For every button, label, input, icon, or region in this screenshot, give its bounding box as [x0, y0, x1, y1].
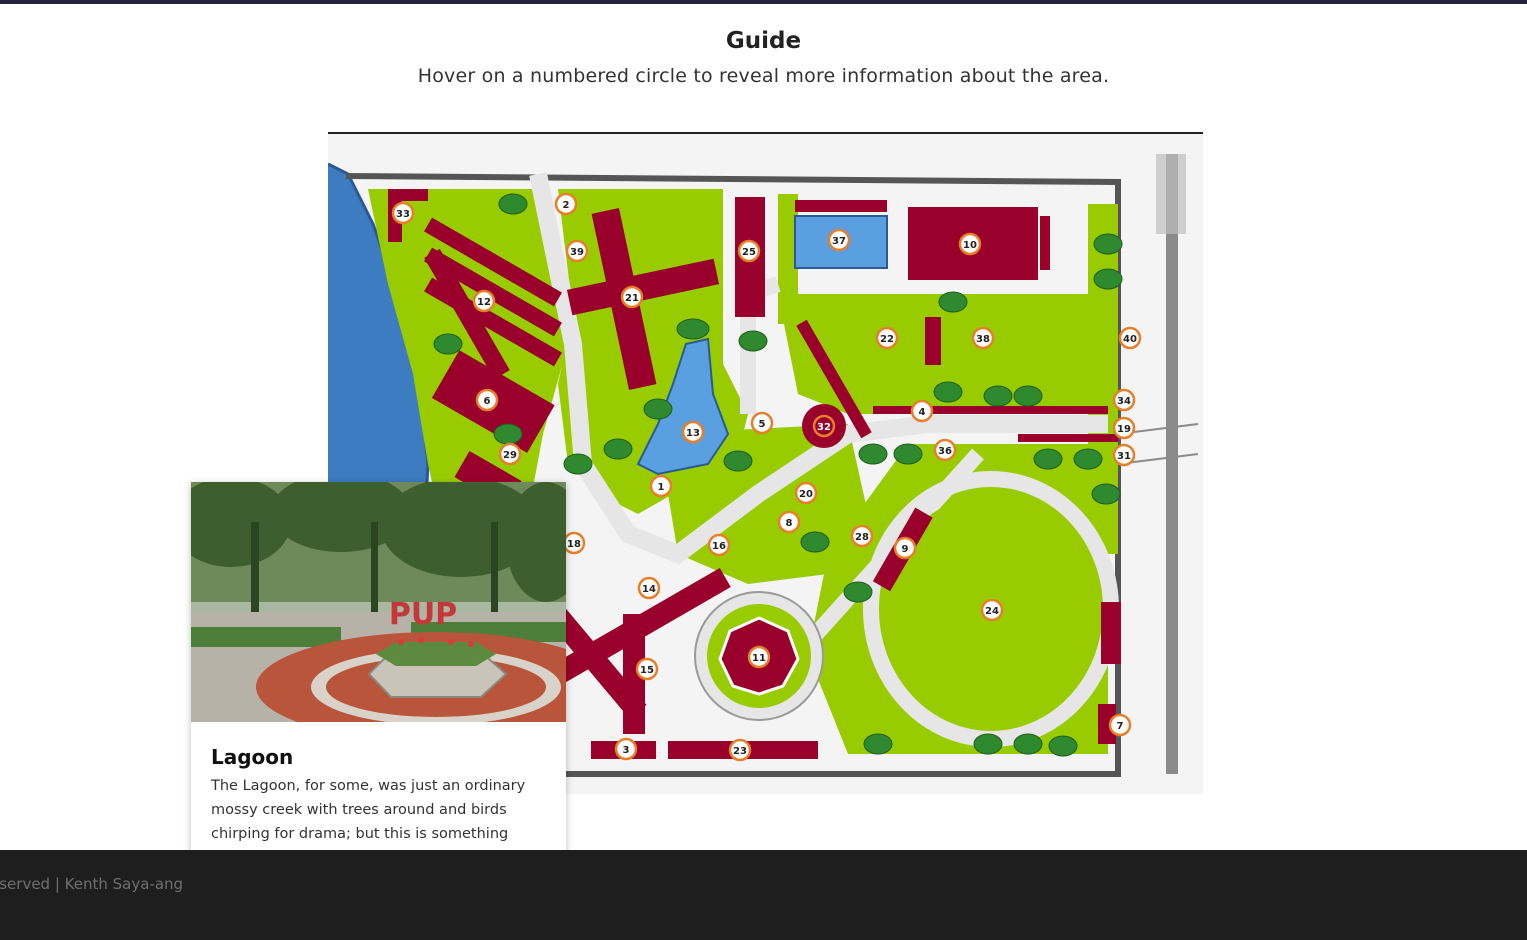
map-marker-label: 8	[786, 518, 793, 529]
map-marker-2[interactable]: 2	[554, 192, 578, 216]
map-marker-label: 34	[1117, 396, 1131, 407]
map-marker-24[interactable]: 24	[980, 598, 1004, 622]
map-marker-31[interactable]: 31	[1112, 443, 1136, 467]
map-marker-16[interactable]: 16	[707, 533, 731, 557]
map-marker-38[interactable]: 38	[971, 326, 995, 350]
map-marker-label: 10	[963, 240, 977, 251]
card-title: Lagoon	[211, 745, 294, 769]
map-marker-12[interactable]: 12	[472, 289, 496, 313]
map-marker-label: 15	[640, 665, 654, 676]
map-marker-15[interactable]: 15	[635, 657, 659, 681]
map-marker-label: 7	[1117, 721, 1124, 732]
map-marker-10[interactable]: 10	[958, 232, 982, 256]
map-marker-label: 24	[985, 606, 999, 617]
map-marker-21[interactable]: 21	[620, 285, 644, 309]
map-marker-label: 6	[484, 396, 491, 407]
map-marker-37[interactable]: 37	[827, 228, 851, 252]
map-marker-label: 25	[742, 247, 756, 258]
map-marker-label: 29	[503, 450, 517, 461]
map-marker-label: 28	[855, 532, 869, 543]
guide-title: Guide	[725, 28, 802, 54]
map-marker-19[interactable]: 19	[1112, 416, 1136, 440]
map-marker-label: 11	[752, 653, 766, 664]
map-marker-29[interactable]: 29	[498, 442, 522, 466]
map-marker-label: 4	[919, 407, 926, 418]
pup-sign-text: PUP	[389, 597, 457, 632]
footer-line-1: eserved | Kenth Saya-ang	[0, 875, 184, 893]
map-marker-label: 32	[817, 422, 831, 433]
map-marker-1[interactable]: 1	[649, 474, 673, 498]
map-marker-23[interactable]: 23	[728, 738, 752, 762]
map-marker-label: 19	[1117, 424, 1131, 435]
map-marker-label: 9	[902, 544, 909, 555]
footer-line-2: p	[0, 896, 190, 920]
map-marker-34[interactable]: 34	[1112, 388, 1136, 412]
map-marker-8[interactable]: 8	[777, 510, 801, 534]
map-marker-label: 20	[799, 489, 813, 500]
footer-copyright: eserved | Kenth Saya-ang p	[0, 872, 190, 920]
map-marker-label: 5	[759, 419, 766, 430]
map-marker-11[interactable]: 11	[747, 645, 771, 669]
footer	[0, 850, 1527, 940]
map-marker-label: 16	[712, 541, 726, 552]
map-marker-25[interactable]: 25	[737, 239, 761, 263]
map-marker-39[interactable]: 39	[565, 239, 589, 263]
map-marker-label: 37	[832, 236, 846, 247]
map-marker-18[interactable]: 18	[562, 531, 586, 555]
map-marker-33[interactable]: 33	[391, 201, 415, 225]
map-marker-9[interactable]: 9	[893, 536, 917, 560]
map-marker-label: 33	[396, 209, 410, 220]
map-marker-label: 21	[625, 293, 639, 304]
map-marker-label: 1	[658, 482, 665, 493]
map-marker-7[interactable]: 7	[1108, 713, 1132, 737]
map-marker-label: 23	[733, 746, 747, 757]
guide-subtitle: Hover on a numbered circle to reveal mor…	[417, 65, 1110, 87]
map-marker-label: 12	[477, 297, 491, 308]
map-marker-3[interactable]: 3	[614, 737, 638, 761]
map-marker-13[interactable]: 13	[681, 420, 705, 444]
lagoon-photo: PUP	[191, 482, 566, 722]
map-marker-label: 38	[976, 334, 990, 345]
map-marker-40[interactable]: 40	[1118, 326, 1142, 350]
map-marker-label: 14	[642, 584, 656, 595]
map-marker-36[interactable]: 36	[933, 438, 957, 462]
map-marker-6[interactable]: 6	[475, 388, 499, 412]
top-bar	[0, 0, 1527, 4]
map-marker-label: 18	[567, 539, 581, 550]
map-marker-4[interactable]: 4	[910, 399, 934, 423]
map-marker-label: 39	[570, 247, 584, 258]
map-marker-5[interactable]: 5	[750, 411, 774, 435]
map-marker-22[interactable]: 22	[875, 326, 899, 350]
map-marker-label: 36	[938, 446, 952, 457]
map-marker-20[interactable]: 20	[794, 481, 818, 505]
map-marker-label: 22	[880, 334, 894, 345]
map-marker-14[interactable]: 14	[637, 576, 661, 600]
map-marker-label: 2	[563, 200, 570, 211]
map-marker-32[interactable]: 32	[812, 414, 836, 438]
map-marker-label: 40	[1123, 334, 1137, 345]
map-marker-label: 13	[686, 428, 700, 439]
map-marker-28[interactable]: 28	[850, 524, 874, 548]
map-marker-label: 31	[1117, 451, 1131, 462]
map-marker-label: 3	[623, 745, 630, 756]
